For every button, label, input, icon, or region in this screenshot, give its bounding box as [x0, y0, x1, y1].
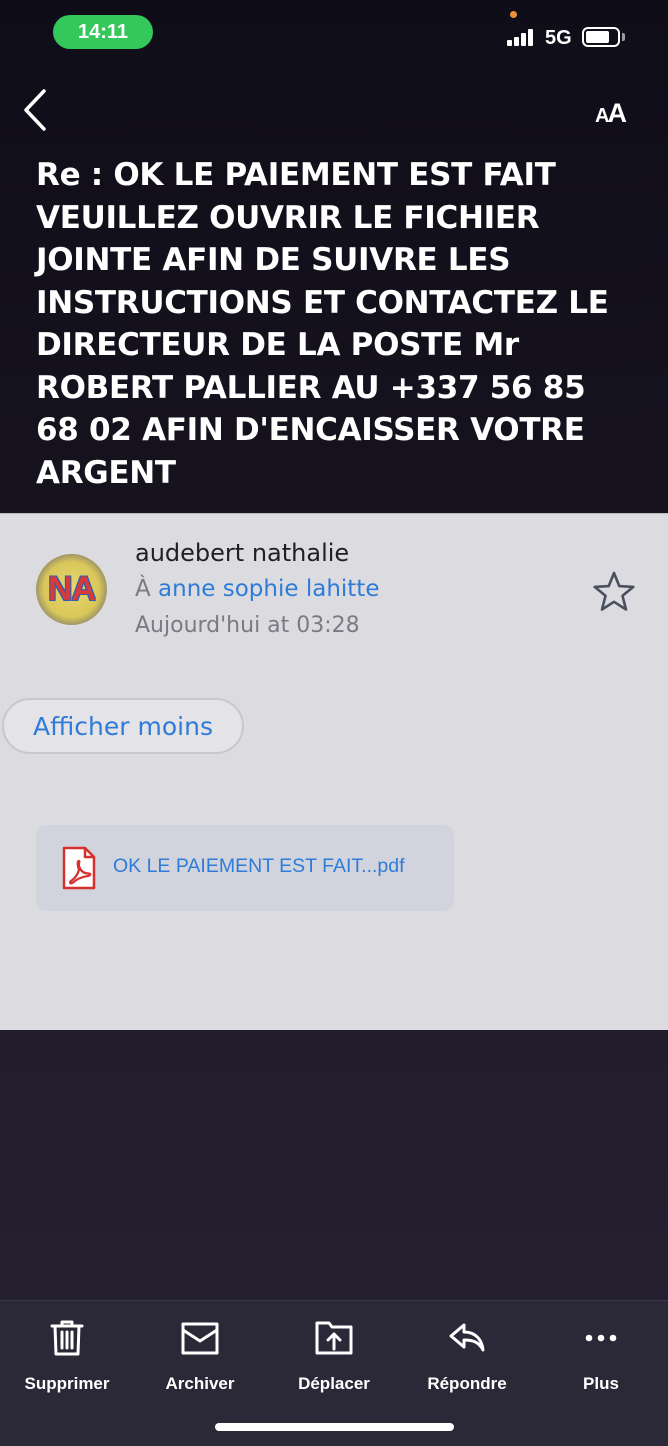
message-card: NA audebert nathalie À anne sophie lahit… — [0, 513, 668, 1030]
recipient-line: À anne sophie lahitte — [135, 576, 379, 602]
reply-icon — [449, 1323, 485, 1352]
reply-button[interactable]: Répondre — [400, 1319, 534, 1399]
home-indicator[interactable] — [215, 1423, 454, 1431]
chevron-left-icon — [24, 89, 46, 131]
move-label: Déplacer — [298, 1374, 370, 1393]
reply-label: Répondre — [427, 1374, 507, 1393]
star-icon — [593, 571, 635, 611]
delete-label: Supprimer — [24, 1374, 110, 1393]
avatar-initials: NA — [47, 570, 96, 608]
email-subject: Re : OK LE PAIEMENT EST FAIT VEUILLEZ OU… — [36, 157, 609, 491]
text-size-icon-big: A — [607, 98, 627, 128]
signal-icon — [507, 29, 533, 46]
attachment-name: OK LE PAIEMENT EST FAIT...pdf — [113, 855, 405, 877]
email-date: Aujourd'hui at 03:28 — [135, 613, 360, 638]
attachment-item[interactable]: OK LE PAIEMENT EST FAIT...pdf — [36, 825, 454, 911]
more-button[interactable]: Plus — [534, 1319, 668, 1399]
battery-icon — [582, 27, 620, 47]
status-bar: 14:11 5G — [0, 0, 668, 66]
more-label: Plus — [583, 1374, 619, 1393]
status-time: 14:11 — [53, 15, 153, 49]
sender-avatar[interactable]: NA — [36, 554, 107, 625]
trash-icon — [50, 1320, 84, 1356]
text-size-button[interactable]: A A — [595, 94, 643, 128]
move-button[interactable]: Déplacer — [267, 1319, 401, 1399]
more-icon — [585, 1334, 617, 1342]
archive-button[interactable]: Archiver — [133, 1319, 267, 1399]
recipient-prefix: À — [135, 576, 151, 602]
star-button[interactable] — [592, 570, 636, 614]
recipient-link[interactable]: anne sophie lahitte — [158, 576, 379, 602]
delete-button[interactable]: Supprimer — [0, 1319, 134, 1399]
battery-cap — [622, 33, 625, 41]
archive-label: Archiver — [165, 1374, 235, 1393]
pdf-icon — [62, 846, 96, 890]
sender-name[interactable]: audebert nathalie — [135, 539, 349, 567]
back-button[interactable] — [22, 88, 52, 132]
move-icon — [315, 1321, 353, 1355]
privacy-indicator-dot — [510, 11, 517, 18]
archive-icon — [181, 1322, 219, 1355]
show-less-button[interactable]: Afficher moins — [2, 698, 244, 754]
network-label: 5G — [545, 27, 572, 49]
